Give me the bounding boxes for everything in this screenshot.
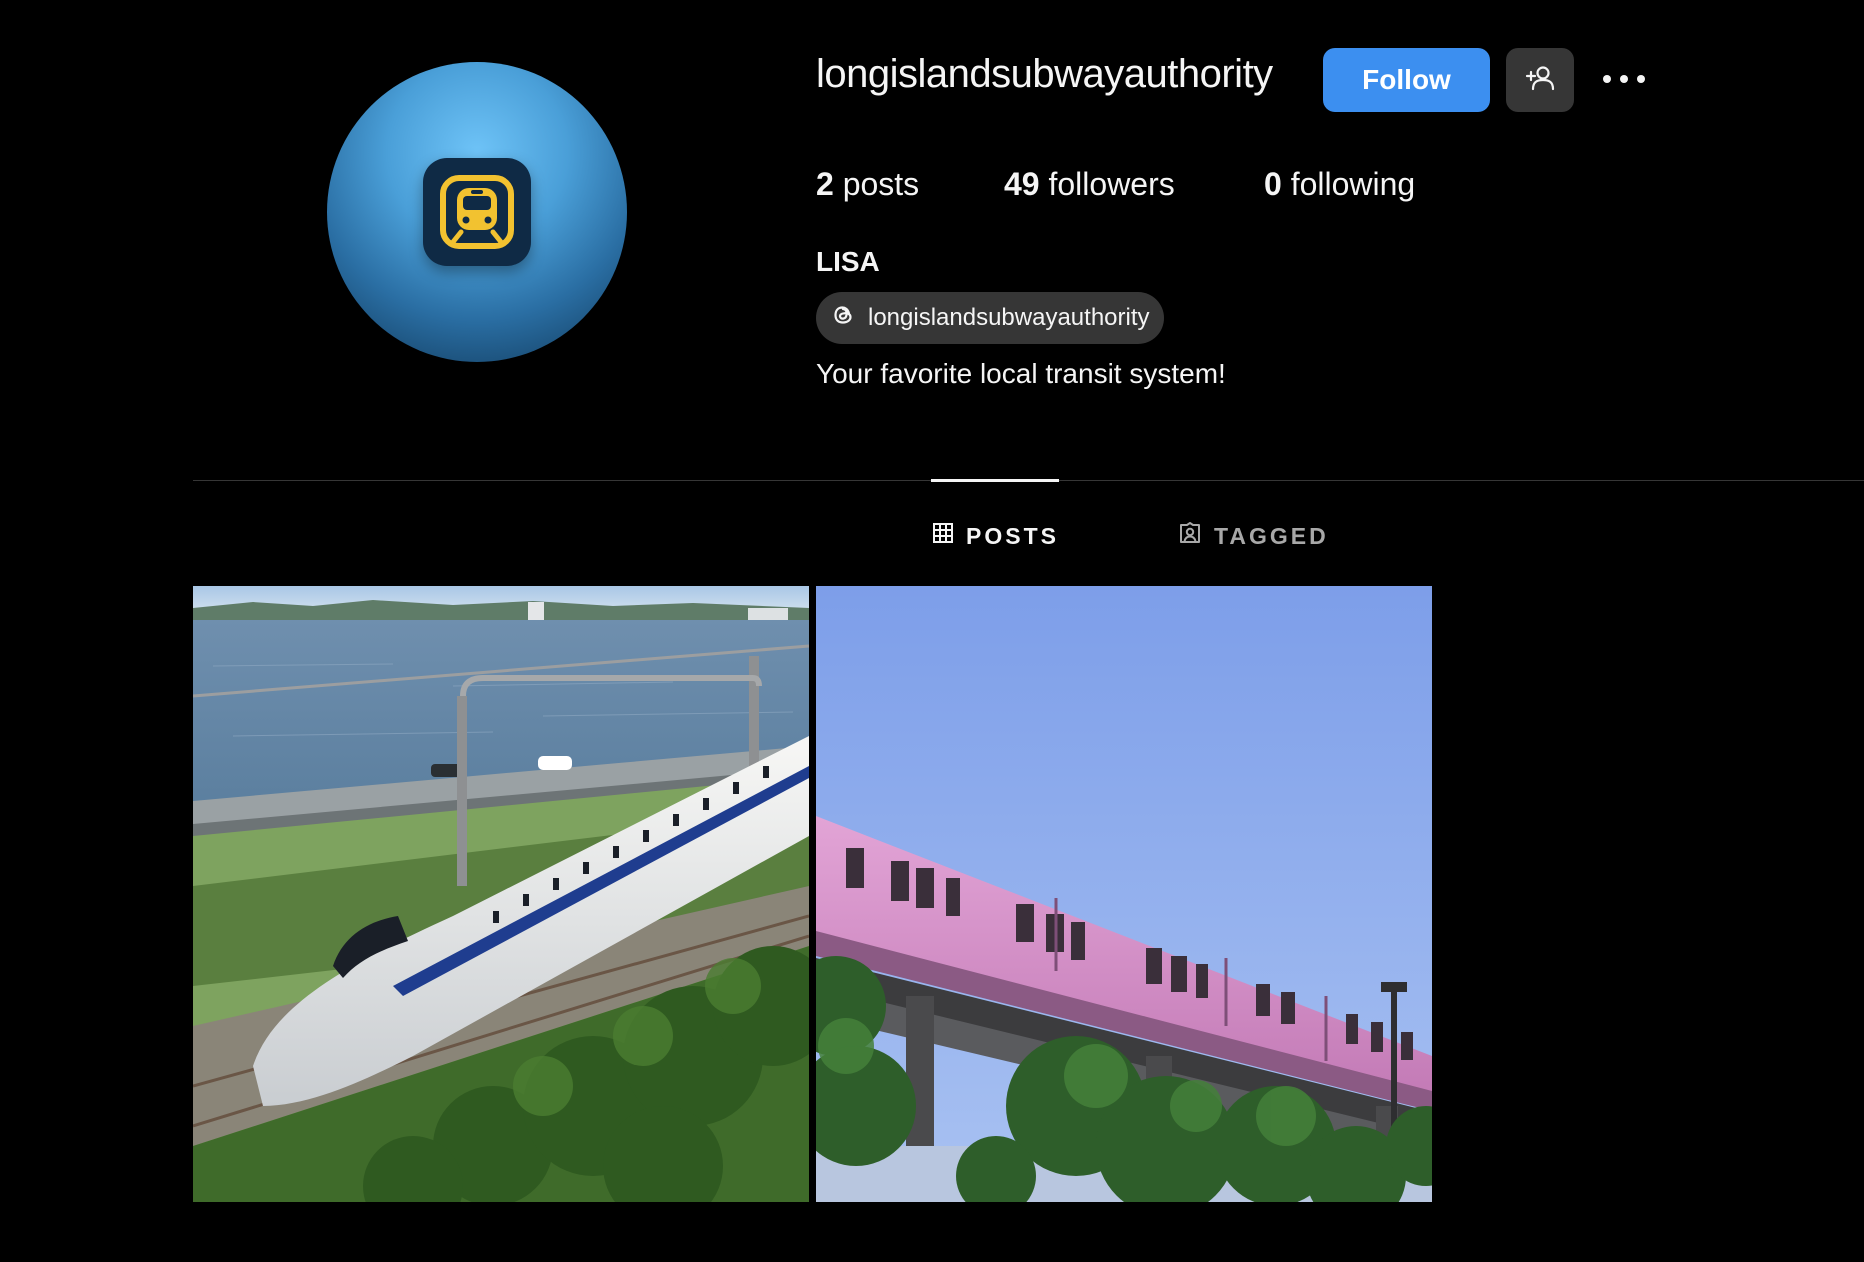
profile-avatar[interactable] bbox=[327, 62, 627, 362]
tab-tagged-label: TAGGED bbox=[1214, 522, 1329, 549]
tagged-icon bbox=[1178, 521, 1202, 551]
elevated-train-photo bbox=[816, 586, 1432, 1202]
add-person-icon bbox=[1524, 62, 1556, 99]
tab-posts[interactable]: POSTS bbox=[932, 522, 1059, 550]
tab-posts-label: POSTS bbox=[966, 522, 1059, 549]
threads-link[interactable]: longislandsubwayauthority bbox=[816, 292, 1164, 344]
post-thumbnail-elevated-train[interactable] bbox=[816, 586, 1432, 1202]
bullet-train-photo bbox=[193, 586, 809, 1202]
more-options-icon bbox=[1602, 71, 1646, 89]
follow-button[interactable]: Follow bbox=[1323, 48, 1490, 112]
grid-icon bbox=[932, 522, 954, 550]
profile-bio: Your favorite local transit system! bbox=[816, 358, 1226, 389]
tab-tagged[interactable]: TAGGED bbox=[1178, 522, 1329, 550]
active-tab-indicator bbox=[931, 479, 1059, 482]
following-link[interactable]: 0 following bbox=[1264, 166, 1415, 203]
posts-count: 2 posts bbox=[816, 166, 920, 202]
train-icon bbox=[423, 158, 531, 266]
profile-username: longislandsubwayauthority bbox=[816, 52, 1273, 96]
threads-icon bbox=[828, 300, 858, 337]
threads-handle: longislandsubwayauthority bbox=[868, 304, 1150, 331]
post-thumbnail-bullet-train[interactable] bbox=[193, 586, 809, 1202]
more-options-button[interactable] bbox=[1596, 48, 1652, 112]
profile-full-name: LISA bbox=[816, 246, 880, 277]
followers-link[interactable]: 49 followers bbox=[1004, 166, 1175, 203]
suggested-accounts-button[interactable] bbox=[1506, 48, 1574, 112]
